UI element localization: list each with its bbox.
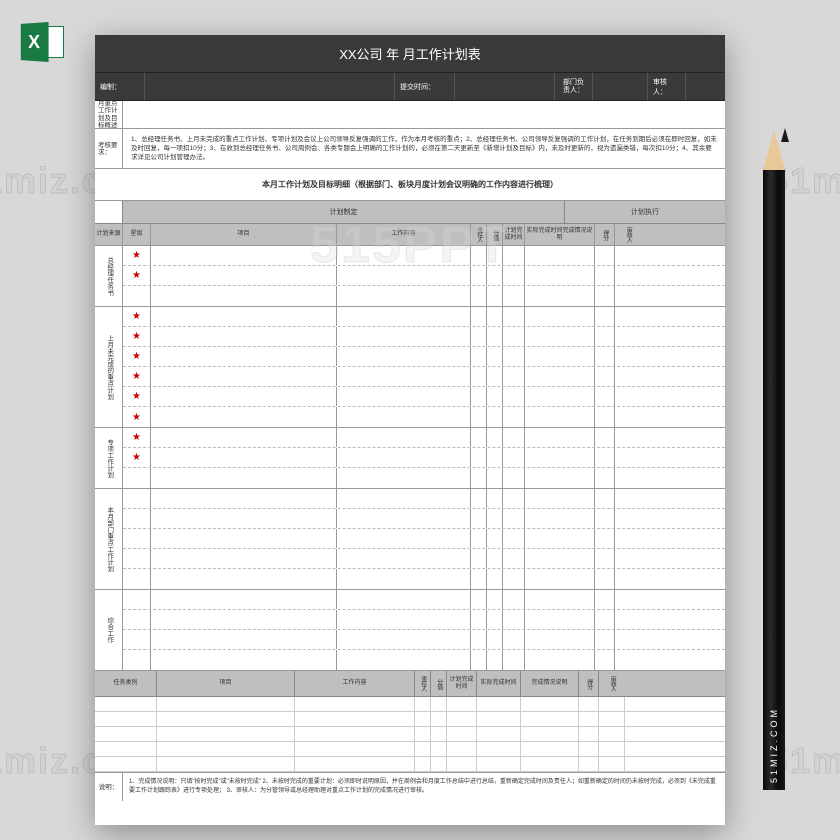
col-task-acttime: 实际完成时间 (477, 671, 521, 696)
plan-block: 本月部门重点工作计划 (95, 489, 725, 590)
document-page: 515PPT XX公司 年 月工作计划表 编制： 提交时间： 部门负责人： 审核… (95, 35, 725, 825)
task-rows (95, 697, 725, 772)
assessment-text: 1、总经理任务书、上月未完成的重点工作计划、专项计划及会议上公司领导反复强调的工… (123, 129, 725, 168)
col-reviewer: 审核人 (615, 224, 641, 245)
overview-row: 月重点工作计划及目标概述 (95, 101, 725, 129)
table-row (123, 286, 725, 306)
table-row (95, 742, 725, 757)
task-category-header: 任务类别 项目 工作内容 责任人 分值 计划完成时间 实际完成时间 完成情况说明… (95, 671, 725, 697)
col-task-status: 完成情况说明 (521, 671, 579, 696)
table-row: ★ (123, 367, 725, 387)
assessment-row: 考核要求： 1、总经理任务书、上月未完成的重点工作计划、专项计划及会议上公司领导… (95, 129, 725, 169)
plan-block: 总经理任务书★★ (95, 246, 725, 307)
col-source: 计划来源 (95, 224, 123, 245)
table-row (123, 650, 725, 670)
col-plan-time: 计划完成时间 (503, 224, 525, 245)
table-header: 计划来源 星级 项目 工作内容 责任人 分值 计划完成时间 实际完成时间完成情况… (95, 224, 725, 246)
col-project: 项目 (151, 224, 337, 245)
footer-notes: 说明： 1、完成情况说明：只填"按时完成"或"未按时完成" 2、未按时完成的重要… (95, 772, 725, 801)
reviewer-value (686, 73, 725, 100)
table-row: ★ (123, 246, 725, 266)
footer-text: 1、完成情况说明：只填"按时完成"或"未按时完成" 2、未按时完成的重要计划：必… (123, 773, 725, 801)
col-actual-time: 实际完成时间完成情况说明 (525, 224, 595, 245)
excel-icon: X (20, 20, 64, 64)
table-row: ★ (123, 266, 725, 286)
col-task-score: 分值 (431, 671, 447, 696)
submit-time-label: 提交时间： (395, 73, 455, 100)
table-row (95, 712, 725, 727)
col-task-project: 项目 (157, 671, 295, 696)
plan-make-header: 计划制定 (123, 201, 565, 223)
col-score: 分值 (487, 224, 503, 245)
col-task-content: 工作内容 (295, 671, 415, 696)
plan-block: 专项工作计划★★ (95, 428, 725, 489)
table-row (95, 757, 725, 772)
table-row: ★ (123, 428, 725, 448)
plan-blocks: 总经理任务书★★上月未完成的重点计划★★★★★★专项工作计划★★本月部门重点工作… (95, 246, 725, 671)
info-bar: 编制： 提交时间： 部门负责人： 审核人： (95, 73, 725, 101)
footer-label: 说明： (95, 773, 123, 801)
plan-block: 综合工作 (95, 590, 725, 671)
table-row: ★ (123, 407, 725, 427)
table-row: ★ (123, 347, 725, 367)
col-task-reviewer: 审核人 (599, 671, 625, 696)
col-task-resp: 责任人 (415, 671, 431, 696)
detail-subtitle: 本月工作计划及目标明细（根据部门、板块月度计划会议明确的工作内容进行梳理） (95, 169, 725, 201)
table-row (123, 590, 725, 610)
block-label: 综合工作 (95, 590, 123, 670)
plan-exec-header: 计划执行 (565, 201, 725, 223)
col-task-plantime: 计划完成时间 (447, 671, 477, 696)
section-header: 计划制定 计划执行 (95, 201, 725, 224)
block-label: 上月未完成的重点计划 (95, 307, 123, 427)
block-label: 总经理任务书 (95, 246, 123, 306)
preparer-value (145, 73, 395, 100)
col-level: 星级 (123, 224, 151, 245)
dept-owner-label: 部门负责人： (555, 73, 593, 100)
reviewer-label: 审核人： (648, 73, 686, 100)
table-row (123, 509, 725, 529)
submit-time-value (455, 73, 555, 100)
table-row (123, 489, 725, 509)
table-row (123, 569, 725, 589)
table-row (95, 697, 725, 712)
pencil-decoration: 51MIZ.COM (763, 130, 785, 790)
table-row (123, 610, 725, 630)
assessment-label: 考核要求： (95, 129, 123, 168)
table-row: ★ (123, 307, 725, 327)
page-title: XX公司 年 月工作计划表 (95, 35, 725, 73)
overview-content (123, 101, 725, 128)
dept-owner-value (593, 73, 648, 100)
overview-label: 月重点工作计划及目标概述 (95, 101, 123, 128)
col-content: 工作内容 (337, 224, 471, 245)
table-row (123, 549, 725, 569)
table-row: ★ (123, 448, 725, 468)
table-row (95, 727, 725, 742)
block-label: 专项工作计划 (95, 428, 123, 488)
block-label: 本月部门重点工作计划 (95, 489, 123, 589)
col-task-points: 得分 (579, 671, 599, 696)
plan-block: 上月未完成的重点计划★★★★★★ (95, 307, 725, 428)
table-row: ★ (123, 327, 725, 347)
table-row: ★ (123, 387, 725, 407)
col-responsible: 责任人 (471, 224, 487, 245)
col-task-category: 任务类别 (95, 671, 157, 696)
preparer-label: 编制： (95, 73, 145, 100)
table-row (123, 630, 725, 650)
col-points: 得分 (595, 224, 615, 245)
table-row (123, 468, 725, 488)
table-row (123, 529, 725, 549)
